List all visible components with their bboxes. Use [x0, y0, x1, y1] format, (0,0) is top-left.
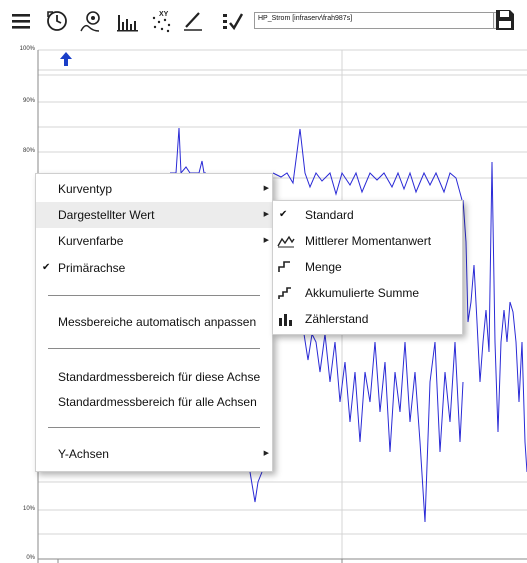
menu-separator	[48, 348, 260, 349]
submenu-item-mittlerer-momentanwert[interactable]: Mittlerer Momentanwert	[273, 228, 462, 254]
up-arrow-icon	[60, 52, 72, 66]
step-quantity-icon	[278, 261, 290, 272]
menu-item-label: Standardmessbereich für diese Achse	[58, 370, 261, 384]
menu-item-y-achsen[interactable]: Y-Achsen ▶	[36, 441, 272, 467]
menu-icon[interactable]	[10, 10, 32, 32]
average-line-icon	[277, 235, 295, 248]
bar-chart-icon[interactable]	[116, 10, 140, 32]
data-line-bottom	[303, 332, 464, 523]
y-tick-label: 90%	[22, 98, 35, 104]
submenu-item-menge[interactable]: Menge	[273, 254, 462, 280]
menu-item-kurventyp[interactable]: Kurventyp ▶	[36, 176, 272, 202]
accumulated-step-icon	[278, 287, 291, 299]
data-line-right	[462, 161, 527, 473]
curve-settings-icon[interactable]	[79, 9, 105, 33]
menu-item-primaerachse[interactable]: ✔ Primärachse	[36, 255, 272, 281]
submenu-item-label: Akkumulierte Summe	[305, 286, 420, 300]
menu-item-dargestellter-wert[interactable]: Dargestellter Wert ▶	[36, 202, 272, 228]
menu-item-label: Y-Achsen	[58, 447, 109, 461]
pen-icon[interactable]	[183, 9, 205, 33]
save-icon[interactable]	[494, 8, 516, 32]
menu-item-label: Kurvenfarbe	[58, 234, 124, 248]
data-line-top	[272, 128, 463, 201]
context-menu: Kurventyp ▶ Dargestellter Wert ▶ Kurvenf…	[35, 173, 273, 472]
submenu-arrow-icon: ▶	[263, 450, 269, 457]
checklist-icon[interactable]	[222, 11, 244, 33]
submenu-arrow-icon: ▶	[263, 237, 269, 244]
menu-item-label: Dargestellter Wert	[58, 208, 155, 222]
y-tick-label: 100%	[19, 46, 35, 52]
menu-separator	[48, 427, 260, 428]
meter-bars-icon	[279, 314, 292, 326]
svg-text:XY: XY	[159, 11, 169, 18]
menu-item-kurvenfarbe[interactable]: Kurvenfarbe ▶	[36, 228, 272, 254]
menu-item-standardmessbereich-achse[interactable]: Standardmessbereich für diese Achse	[36, 364, 272, 390]
menu-item-messbereiche-anpassen[interactable]: Messbereiche automatisch anpassen	[36, 309, 272, 335]
submenu-item-zaehlerstand[interactable]: Zählerstand	[273, 306, 462, 332]
y-tick-label: 10%	[22, 506, 35, 512]
x-tick-marks	[57, 559, 343, 563]
history-icon[interactable]	[45, 9, 69, 33]
submenu-arrow-icon: ▶	[263, 185, 269, 192]
y-tick-label: 0%	[26, 555, 35, 561]
submenu-item-label: Mittlerer Momentanwert	[305, 234, 432, 248]
checkmark-icon: ✔	[42, 262, 51, 273]
menu-separator	[48, 295, 260, 296]
xy-scatter-icon[interactable]: XY	[150, 8, 174, 34]
submenu-item-standard[interactable]: ✔ Standard	[273, 202, 462, 228]
series-select-value: HP_Strom [infraserv\frah987s]	[258, 15, 353, 22]
submenu-item-label: Menge	[305, 260, 342, 274]
submenu-item-label: Zählerstand	[305, 312, 369, 326]
data-line-left	[170, 127, 206, 175]
menu-item-standardmessbereich-alle[interactable]: Standardmessbereich für alle Achsen	[36, 389, 272, 415]
data-line-bottom-left	[249, 471, 263, 503]
submenu-dargestellter-wert: ✔ Standard Mittlerer Momentanwert Menge …	[272, 200, 463, 335]
checkmark-icon: ✔	[279, 209, 288, 220]
submenu-item-akkumulierte-summe[interactable]: Akkumulierte Summe	[273, 280, 462, 306]
menu-item-label: Kurventyp	[58, 182, 113, 196]
menu-item-label: Primärachse	[58, 261, 126, 275]
series-select[interactable]: HP_Strom [infraserv\frah987s] ⌄	[254, 12, 508, 29]
menu-item-label: Messbereiche automatisch anpassen	[58, 315, 257, 329]
submenu-arrow-icon: ▶	[263, 211, 269, 218]
toolbar: XY HP_Strom [infraserv\frah987s] ⌄	[0, 0, 527, 42]
menu-item-label: Standardmessbereich für alle Achsen	[58, 395, 257, 409]
y-tick-label: 80%	[22, 148, 35, 154]
submenu-item-label: Standard	[305, 208, 354, 222]
